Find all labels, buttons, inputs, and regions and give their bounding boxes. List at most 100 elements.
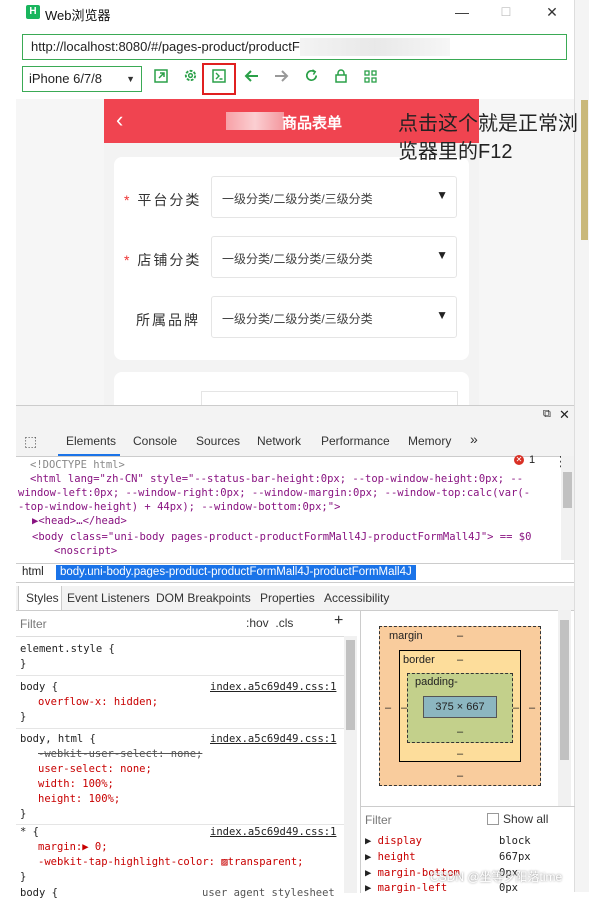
tab-network[interactable]: Network [257, 434, 301, 448]
rule-source-link[interactable]: index.a5c69d49.css:1 [210, 680, 336, 695]
annotation-text: 点击这个就是正常浏览器里的F12 [398, 113, 578, 163]
forward-arrow-icon[interactable] [268, 66, 294, 92]
refresh-icon[interactable] [298, 66, 324, 92]
qrcode-icon[interactable] [357, 66, 383, 92]
margin-top-value: – [457, 630, 464, 642]
watermark: CSDN @坐等夕阳落time [430, 870, 563, 884]
rule-close: } [20, 711, 27, 723]
rule-source-ua: user agent stylesheet [202, 887, 335, 899]
rule-separator [16, 728, 356, 729]
devtools-close-icon[interactable]: ✕ [559, 407, 570, 423]
settings-icon[interactable] [177, 66, 203, 92]
rule-property[interactable]: height: 100%; [38, 792, 120, 807]
show-all-checkbox[interactable] [487, 813, 499, 825]
subtab-styles[interactable]: Styles [26, 591, 59, 605]
box-model-pane: margin – – – – border – – – – padding- –… [360, 610, 575, 894]
dom-scrollbar-thumb[interactable] [563, 472, 572, 508]
breadcrumb-html[interactable]: html [22, 566, 44, 578]
inspect-element-icon[interactable]: ⬚ [24, 433, 37, 450]
window-titlebar: H Web浏览器 — ☐ ✕ [0, 0, 574, 26]
margin-bottom-value: – [457, 770, 464, 782]
select-value: 一级分类/二级分类/三级分类 [222, 192, 373, 206]
computed-filter-row: Filter Show all [361, 806, 575, 831]
margin-label: margin [389, 630, 423, 642]
computed-value: block [499, 835, 531, 847]
styles-scrollbar-thumb[interactable] [346, 640, 355, 730]
rule-property[interactable]: width: 100%; [38, 777, 114, 792]
caret-down-icon: ▼ [436, 308, 448, 322]
rule-property[interactable]: overflow-x: hidden; [38, 695, 158, 710]
label-text: 平台分类 [137, 192, 202, 208]
subtab-accessibility[interactable]: Accessibility [324, 591, 389, 605]
back-arrow-icon[interactable] [238, 66, 264, 92]
close-button[interactable]: ✕ [540, 2, 564, 22]
rule-selector: body { [20, 681, 58, 693]
form-card: * 平台分类 一级分类/二级分类/三级分类 ▼ * 店铺分类 一级分类/二级分类… [114, 157, 469, 360]
rule-source-link[interactable]: index.a5c69d49.css:1 [210, 732, 336, 747]
back-icon[interactable]: ‹ [116, 107, 123, 133]
cls-toggle[interactable]: .cls [275, 616, 293, 630]
add-rule-icon[interactable]: + [334, 613, 343, 629]
minimize-button[interactable]: — [450, 2, 474, 22]
background-scrollbar [581, 100, 588, 240]
computed-value: 667px [499, 851, 531, 863]
box-model-content[interactable]: 375 × 667 [423, 696, 497, 718]
breadcrumb-body[interactable]: body.uni-body.pages-product-productFormM… [56, 565, 416, 580]
dom-doctype[interactable]: <!DOCTYPE html> [30, 458, 125, 472]
computed-property-row[interactable]: ▶ height 667px [365, 851, 531, 863]
subtab-properties[interactable]: Properties [260, 591, 315, 605]
computed-filter-input[interactable]: Filter [365, 813, 392, 827]
hov-cls-toggles[interactable]: :hov .cls [246, 616, 293, 631]
more-tabs-icon[interactable]: » [470, 431, 478, 447]
rule-source-link[interactable]: index.a5c69d49.css:1 [210, 825, 336, 840]
lock-icon[interactable] [328, 66, 354, 92]
styles-filter-input[interactable]: Filter [20, 617, 47, 632]
padding-bottom-value: – [457, 726, 464, 738]
undock-icon[interactable]: ⧉ [543, 408, 551, 421]
maximize-button[interactable]: ☐ [494, 2, 518, 22]
tab-console[interactable]: Console [133, 434, 177, 448]
caret-down-icon: ▼ [436, 248, 448, 262]
boxmodel-scrollbar-thumb[interactable] [560, 620, 569, 760]
url-blur-mask [300, 38, 450, 56]
subtab-event-listeners[interactable]: Event Listeners [67, 591, 150, 605]
tab-performance[interactable]: Performance [321, 434, 390, 448]
url-input[interactable]: http://localhost:8080/#/pages-product/pr… [22, 34, 567, 60]
form-row-label: * 店铺分类 [124, 250, 201, 270]
chevron-down-icon: ▼ [126, 74, 135, 84]
dom-head-node[interactable]: ▶<head>…</head> [32, 514, 127, 528]
form-input[interactable] [201, 391, 458, 405]
devtools-topbar: ⧉ ✕ [16, 406, 574, 426]
device-select[interactable]: iPhone 6/7/8 ▼ [22, 66, 142, 92]
dom-body-node[interactable]: <body class="uni-body pages-product-prod… [32, 530, 531, 544]
shop-category-select[interactable]: 一级分类/二级分类/三级分类 ▼ [211, 236, 457, 278]
border-right-value: – [513, 702, 520, 714]
border-top-value: – [457, 654, 464, 666]
border-bottom-value: – [457, 748, 464, 760]
rule-property-overridden[interactable]: -webkit-user-select: none; [38, 747, 202, 762]
devtools-panel: ⧉ ✕ ⬚ Elements Console Sources Network P… [16, 405, 575, 899]
computed-property-row[interactable]: ▶ display block [365, 835, 531, 847]
brand-select[interactable]: 一级分类/二级分类/三级分类 ▼ [211, 296, 457, 338]
rule-property[interactable]: margin:▶ 0; [38, 840, 108, 855]
tab-sources[interactable]: Sources [196, 434, 240, 448]
tab-elements[interactable]: Elements [66, 434, 116, 448]
device-select-value: iPhone 6/7/8 [29, 71, 103, 86]
hov-toggle[interactable]: :hov [246, 616, 269, 630]
rule-selector: body, html { [20, 733, 96, 745]
rule-property[interactable]: user-select: none; [38, 762, 152, 777]
rule-separator [16, 675, 356, 676]
dom-html-node[interactable]: <html lang="zh-CN" style="--status-bar-h… [30, 472, 523, 486]
app-logo-icon: H [26, 5, 40, 19]
required-mark: * [124, 252, 132, 268]
open-external-icon[interactable] [148, 66, 174, 92]
form-row-label: 所属品牌 [136, 310, 200, 330]
margin-left-value: – [385, 702, 392, 714]
styles-pane: Filter :hov .cls + element.style { } bod… [16, 610, 357, 899]
platform-category-select[interactable]: 一级分类/二级分类/三级分类 ▼ [211, 176, 457, 218]
styles-filter-row: Filter :hov .cls + [16, 610, 356, 637]
tab-memory[interactable]: Memory [408, 434, 451, 448]
dom-noscript-node[interactable]: <noscript> [54, 544, 117, 558]
subtab-dom-breakpoints[interactable]: DOM Breakpoints [156, 591, 251, 605]
rule-property[interactable]: -webkit-tap-highlight-color: ▨transparen… [38, 855, 304, 870]
